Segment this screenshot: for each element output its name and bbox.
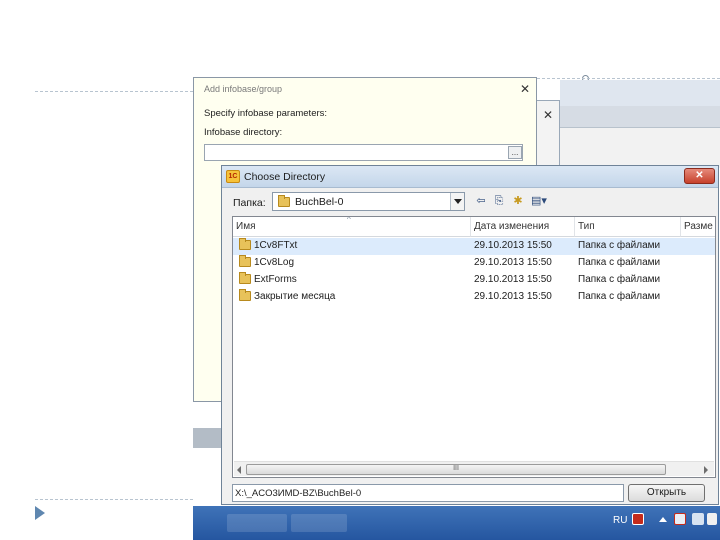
language-indicator[interactable]: RU <box>613 515 627 526</box>
file-date: 29.10.2013 15:50 <box>474 257 552 268</box>
taskbar-button[interactable] <box>291 514 347 532</box>
file-date: 29.10.2013 15:50 <box>474 274 552 285</box>
selection-frame-top <box>537 78 720 79</box>
folder-select-value: BuchBel-0 <box>295 196 344 208</box>
column-header-date-label: Дата изменения <box>474 221 550 232</box>
file-name: 1Cv8FTxt <box>254 240 298 251</box>
list-item[interactable]: 1Cv8FTxt 29.10.2013 15:50 Папка с файлам… <box>233 238 715 255</box>
network-icon[interactable] <box>674 513 686 525</box>
file-date: 29.10.2013 15:50 <box>474 291 552 302</box>
background-band <box>193 428 221 448</box>
view-menu-icon[interactable]: ▤▾ <box>528 193 550 210</box>
scrollbar-thumb[interactable]: III <box>246 464 666 475</box>
column-header-name[interactable]: Имя ^ <box>233 217 471 237</box>
file-name: Закрытие месяца <box>254 291 336 302</box>
open-button[interactable]: Открыть <box>628 484 705 502</box>
file-type: Папка с файлами <box>578 291 661 302</box>
column-header-date[interactable]: Дата изменения <box>471 217 575 237</box>
add-dialog-close-icon[interactable]: ✕ <box>520 82 530 96</box>
list-item[interactable]: 1Cv8Log 29.10.2013 15:50 Папка с файлами <box>233 255 715 272</box>
infobase-directory-label: Infobase directory: <box>204 127 283 138</box>
file-name: 1Cv8Log <box>254 257 295 268</box>
file-name: ExtForms <box>254 274 297 285</box>
browse-button[interactable]: ... <box>508 146 522 159</box>
scroll-right-icon[interactable] <box>704 466 708 474</box>
folder-icon <box>239 238 251 250</box>
taskbar-button[interactable] <box>227 514 287 532</box>
scroll-left-icon[interactable] <box>237 466 241 474</box>
slide-divider-bottom <box>35 499 193 500</box>
background-panel <box>193 448 221 506</box>
keyboard-layout-icon[interactable] <box>632 513 644 525</box>
column-header-name-label: Имя <box>236 221 256 232</box>
file-type: Папка с файлами <box>578 240 661 251</box>
file-type: Папка с файлами <box>578 257 661 268</box>
new-folder-icon[interactable]: ✱ <box>509 193 527 210</box>
folder-icon <box>239 272 251 284</box>
infobase-directory-input[interactable] <box>204 144 523 161</box>
folder-icon <box>278 195 290 207</box>
background-window-close-icon[interactable]: ✕ <box>540 108 556 122</box>
background-strip <box>560 80 720 106</box>
chooser-titlebar: 1C Choose Directory ✕ <box>222 166 718 188</box>
column-header-size[interactable]: Разме <box>681 217 715 237</box>
slide-bullet-icon <box>35 506 45 520</box>
power-icon[interactable] <box>707 513 717 525</box>
path-input[interactable]: X:\_ACO3ИMD-BZ\BuchBel-0 <box>232 484 624 502</box>
chooser-close-button[interactable]: ✕ <box>684 168 715 184</box>
volume-icon[interactable] <box>692 513 704 525</box>
sort-up-icon: ^ <box>347 217 351 224</box>
horizontal-scrollbar[interactable]: III <box>234 461 714 476</box>
add-dialog-title: Add infobase/group <box>204 84 283 94</box>
folder-icon <box>239 255 251 267</box>
background-window-toolbar <box>560 106 720 128</box>
file-date: 29.10.2013 15:50 <box>474 240 552 251</box>
file-list[interactable]: Имя ^ Дата изменения Тип Разме 1Cv8FTxt … <box>232 216 716 478</box>
infobase-params-label: Specify infobase parameters: <box>204 108 328 119</box>
list-item[interactable]: Закрытие месяца 29.10.2013 15:50 Папка с… <box>233 289 715 306</box>
background-window-panel <box>560 128 720 168</box>
file-type: Папка с файлами <box>578 274 661 285</box>
chooser-title: Choose Directory <box>244 171 326 183</box>
column-header-type[interactable]: Тип <box>575 217 681 237</box>
arrow-left-icon[interactable]: ⇦ <box>472 193 490 210</box>
app-1c-icon: 1C <box>226 170 240 183</box>
folder-select[interactable]: BuchBel-0 <box>272 192 465 211</box>
folder-up-icon[interactable]: ⎘ <box>490 193 508 210</box>
tray-expand-icon[interactable] <box>659 517 667 522</box>
folder-icon <box>239 289 251 301</box>
list-item[interactable]: ExtForms 29.10.2013 15:50 Папка с файлам… <box>233 272 715 289</box>
slide-divider-top <box>35 91 193 92</box>
chevron-down-icon[interactable] <box>450 193 464 210</box>
choose-directory-dialog: 1C Choose Directory ✕ Папка: BuchBel-0 ⇦… <box>221 165 719 505</box>
column-header-type-label: Тип <box>578 221 595 232</box>
folder-label: Папка: <box>233 197 266 209</box>
column-header-size-label: Разме <box>684 221 713 232</box>
